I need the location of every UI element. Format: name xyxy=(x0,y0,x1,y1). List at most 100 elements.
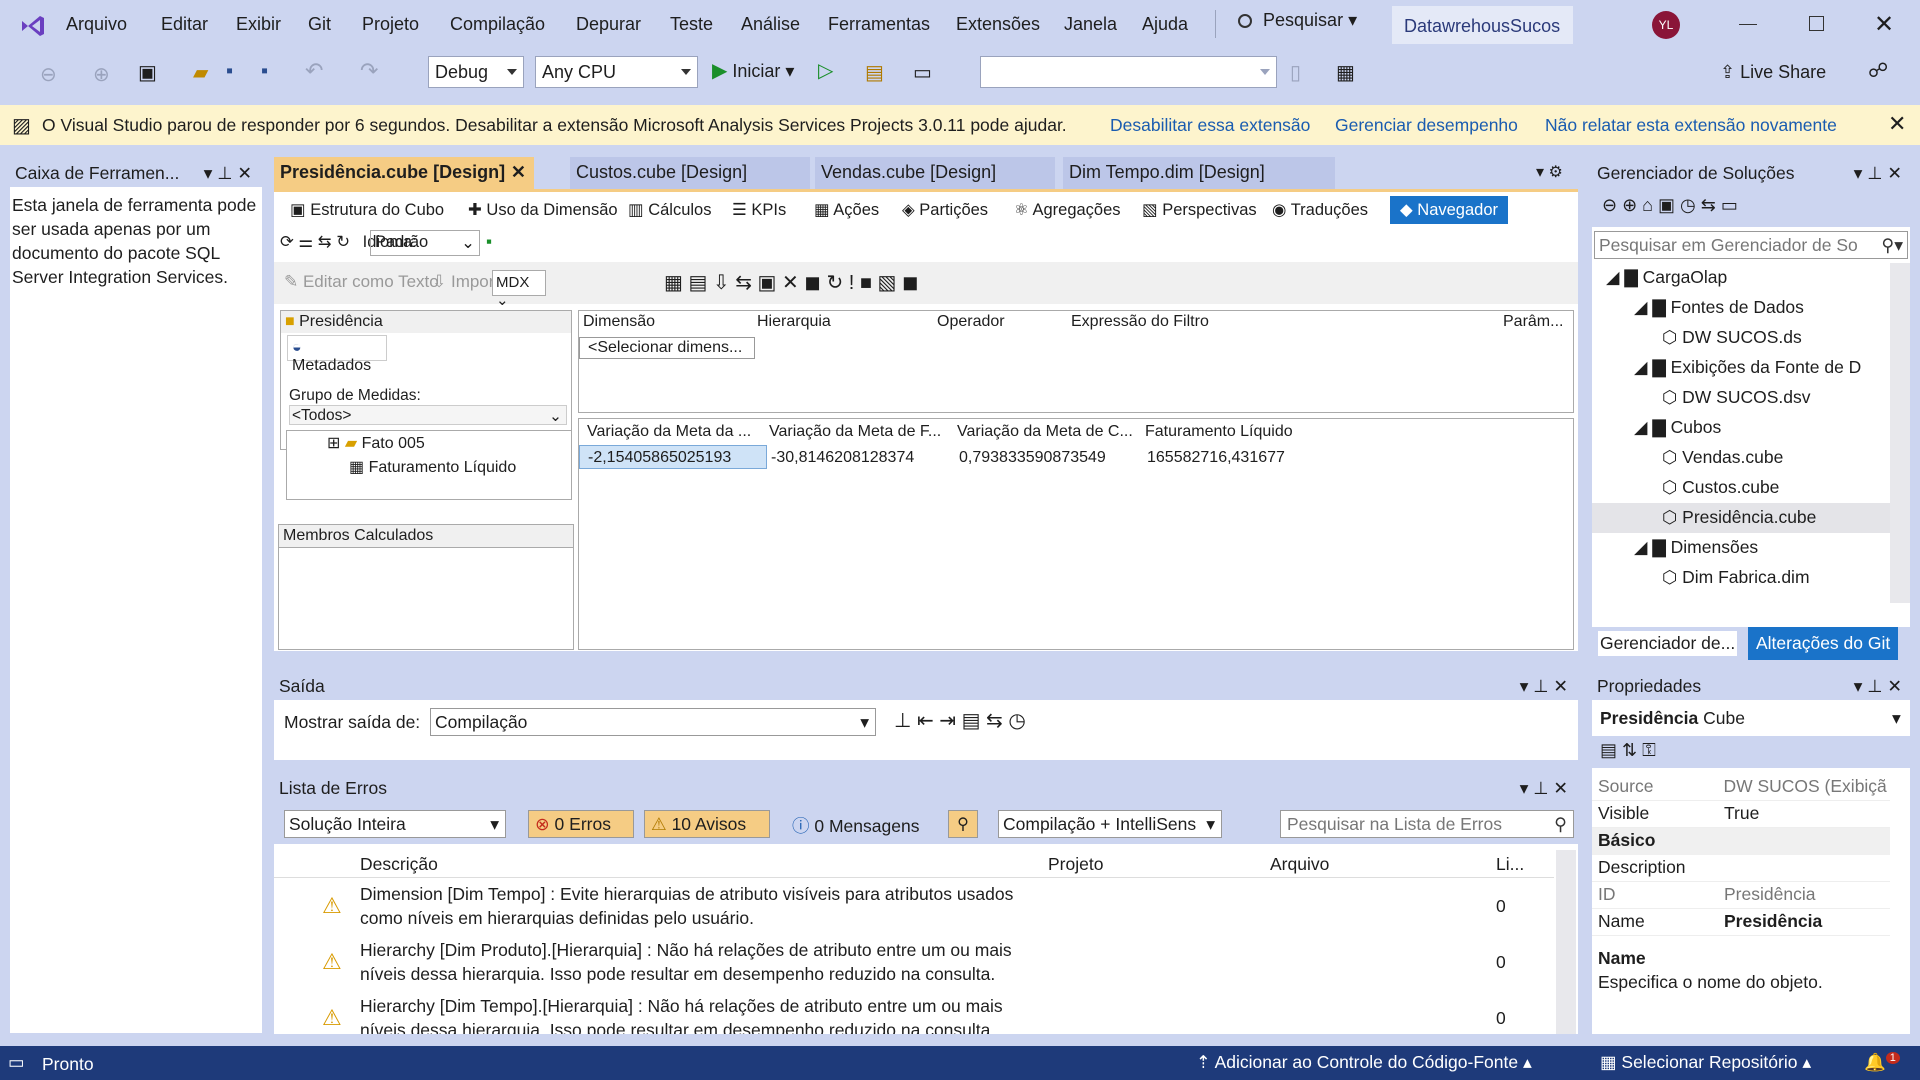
solution-tree-item[interactable]: ◢ ▇ Cubos xyxy=(1592,413,1890,443)
solution-scrollbar[interactable] xyxy=(1890,263,1910,603)
solution-tree-item[interactable]: ⬡ DW SUCOS.ds xyxy=(1592,323,1890,353)
close-icon[interactable]: ▾ ⊥ ✕ xyxy=(1520,676,1568,697)
configuration-select[interactable]: Debug xyxy=(428,56,524,88)
new-project-icon[interactable]: ▣ xyxy=(138,60,157,85)
platform-select[interactable]: Any CPU xyxy=(535,56,698,88)
start-without-debug-icon[interactable]: ▷ xyxy=(818,58,833,83)
menu-janela[interactable]: Janela xyxy=(1064,14,1117,35)
search-button[interactable]: Pesquisar ▾ xyxy=(1238,10,1357,40)
close-icon[interactable]: ▾ ⊥ ✕ xyxy=(204,163,252,184)
solution-tree-item[interactable]: ⬡ Presidência.cube xyxy=(1592,503,1890,533)
avatar[interactable]: YL xyxy=(1652,11,1680,39)
select-repository-button[interactable]: ▦ Selecionar Repositório ▴ xyxy=(1600,1052,1811,1073)
restore-button[interactable] xyxy=(1809,16,1824,31)
tab-vendas-cube[interactable]: Vendas.cube [Design] xyxy=(815,157,1055,189)
property-row[interactable]: Name Presidência xyxy=(1592,909,1890,936)
property-row[interactable]: ID Presidência xyxy=(1592,882,1890,909)
solution-tree-item[interactable]: ⬡ DW SUCOS.dsv xyxy=(1592,383,1890,413)
edit-as-text-button[interactable]: ✎ Editar como Texto xyxy=(284,272,439,292)
error-list-scrollbar[interactable] xyxy=(1556,850,1576,1034)
menu-analise[interactable]: Análise xyxy=(741,14,800,35)
close-icon[interactable]: ▾ ⊥ ✕ xyxy=(1854,676,1902,697)
tab-particoes[interactable]: ◈ Partições xyxy=(902,200,988,220)
solution-toolbar[interactable]: ⊖ ⊕ ⌂ ▣ ◷ ⇆ ▭ xyxy=(1592,187,1910,227)
menu-compilacao[interactable]: Compilação xyxy=(450,14,545,35)
tool-icon[interactable]: ▯ xyxy=(1290,60,1301,85)
tab-navegador[interactable]: ◆ Navegador xyxy=(1390,196,1509,224)
save-all-icon[interactable]: ▪ xyxy=(261,60,268,83)
menu-editar[interactable]: Editar xyxy=(161,14,208,35)
menu-ajuda[interactable]: Ajuda xyxy=(1142,14,1188,35)
tree-item-faturamento[interactable]: ▦ Faturamento Líquido xyxy=(349,457,516,477)
tab-dim-tempo[interactable]: Dim Tempo.dim [Design] xyxy=(1063,157,1335,189)
manage-performance-link[interactable]: Gerenciar desempenho xyxy=(1335,115,1518,136)
close-tab-icon[interactable]: ✕ xyxy=(511,162,526,183)
properties-toolbar[interactable]: ▤ ⇅ ⚿ xyxy=(1592,736,1910,768)
error-row[interactable]: ⚠ Hierarchy [Dim Produto].[Hierarquia] :… xyxy=(274,938,1554,990)
menu-teste[interactable]: Teste xyxy=(670,14,713,35)
build-source-select[interactable]: Compilação + IntelliSens ▾ xyxy=(998,810,1222,838)
tab-traducoes[interactable]: ◉ Traduções xyxy=(1272,200,1368,220)
error-row[interactable]: ⚠ Dimension [Dim Tempo] : Evite hierarqu… xyxy=(274,882,1554,934)
mdx-select[interactable]: MDX ⌄ xyxy=(492,270,546,309)
error-row[interactable]: ⚠ Hierarchy [Dim Tempo].[Hierarquia] : N… xyxy=(274,994,1554,1034)
open-folder-icon[interactable]: ▰ xyxy=(193,60,208,85)
feedback-icon[interactable]: ☍ xyxy=(1868,58,1888,83)
minimize-button[interactable] xyxy=(1739,24,1757,25)
metadata-tab[interactable]: ◒ Metadados xyxy=(287,335,387,374)
close-icon[interactable]: ▾ ⊥ ✕ xyxy=(1520,778,1568,799)
header-projeto[interactable]: Projeto xyxy=(1048,854,1103,875)
forward-nav-icon[interactable]: ⊕ xyxy=(93,62,110,87)
solution-search-input[interactable]: Pesquisar em Gerenciador de So ⚲▾ xyxy=(1594,231,1908,259)
tab-perspectivas[interactable]: ▧ Perspectivas xyxy=(1142,200,1257,220)
solution-tree-item[interactable]: ◢ ▇ Exibições da Fonte de D xyxy=(1592,353,1890,383)
properties-object-select[interactable]: Presidência Cube ▾ xyxy=(1600,708,1901,729)
menu-ferramentas[interactable]: Ferramentas xyxy=(828,14,930,35)
idioma-select[interactable]: Padrão ⌄ xyxy=(370,230,480,256)
window-layout-icon[interactable]: ▦ xyxy=(1336,60,1355,85)
excel-icon[interactable]: ▪ xyxy=(486,232,492,252)
menu-arquivo[interactable]: Arquivo xyxy=(66,14,127,35)
start-button[interactable]: ▶ Iniciar ▾ xyxy=(712,58,794,83)
menu-git[interactable]: Git xyxy=(308,14,331,35)
header-arquivo[interactable]: Arquivo xyxy=(1270,854,1329,875)
warnings-filter-button[interactable]: ⚠ 10 Avisos xyxy=(644,810,770,838)
find-combobox[interactable] xyxy=(980,56,1277,88)
query-tool-icons[interactable]: ▦ ▤ ⇩ ⇆ ▣ ✕ ◼ ↻ ! ■ ▧ ◼ xyxy=(664,270,919,295)
notifications-icon[interactable]: 🔔 1 xyxy=(1864,1052,1900,1073)
menu-projeto[interactable]: Projeto xyxy=(362,14,419,35)
result-cell[interactable]: -30,8146208128374 xyxy=(771,449,914,467)
result-cell[interactable]: -2,15405865025193 xyxy=(579,445,767,469)
solution-tree-item[interactable]: ⬡ Custos.cube xyxy=(1592,473,1890,503)
solution-tree-item[interactable]: ⬡ Dim Fabrica.dim xyxy=(1592,563,1890,593)
back-nav-icon[interactable]: ⊖ xyxy=(40,62,57,87)
property-category[interactable]: Básico xyxy=(1592,828,1890,855)
result-cell[interactable]: 0,793833590873549 xyxy=(959,449,1106,467)
result-cell[interactable]: 165582716,431677 xyxy=(1147,449,1285,467)
output-tool-icons[interactable]: ⊥ ⇤ ⇥ ▤ ⇆ ◷ xyxy=(894,708,1026,733)
close-window-button[interactable]: ✕ xyxy=(1874,10,1894,39)
menu-depurar[interactable]: Depurar xyxy=(576,14,641,35)
menu-extensoes[interactable]: Extensões xyxy=(956,14,1040,35)
property-row[interactable]: Description xyxy=(1592,855,1890,882)
live-share-button[interactable]: ⇪ Live Share xyxy=(1720,62,1826,83)
cube-selector[interactable]: ■ Presidência xyxy=(281,311,571,333)
measure-group-select[interactable]: <Todos> ⌄ xyxy=(289,405,567,425)
close-icon[interactable]: ▾ ⊥ ✕ xyxy=(1854,163,1902,184)
close-infobar-icon[interactable]: ✕ xyxy=(1888,111,1906,137)
solution-tree-item[interactable]: ⬡ Vendas.cube xyxy=(1592,443,1890,473)
tab-custos-cube[interactable]: Custos.cube [Design] xyxy=(570,157,810,189)
browse-icon[interactable]: ▤ xyxy=(865,60,884,85)
scope-select[interactable]: Solução Inteira ▾ xyxy=(284,810,506,838)
add-source-control-button[interactable]: ⇡ Adicionar ao Controle do Código-Fonte … xyxy=(1196,1052,1532,1073)
tab-uso-dimensao[interactable]: ✚ Uso da Dimensão xyxy=(468,200,618,220)
save-icon[interactable]: ▪ xyxy=(226,60,233,83)
error-search-input[interactable]: Pesquisar na Lista de Erros ⚲ xyxy=(1280,810,1574,838)
filter-icon[interactable]: ⚲ xyxy=(948,810,978,838)
tab-presidencia-cube[interactable]: Presidência.cube [Design] ✕ xyxy=(274,157,534,189)
show-output-select[interactable]: Compilação ▾ xyxy=(430,708,876,736)
undo-icon[interactable]: ↶ xyxy=(305,58,323,84)
tab-kpis[interactable]: ☰ KPIs xyxy=(732,200,786,220)
tab-solution-explorer[interactable]: Gerenciador de... xyxy=(1598,631,1738,656)
solution-tree-item[interactable]: ◢ ▇ Fontes de Dados xyxy=(1592,293,1890,323)
